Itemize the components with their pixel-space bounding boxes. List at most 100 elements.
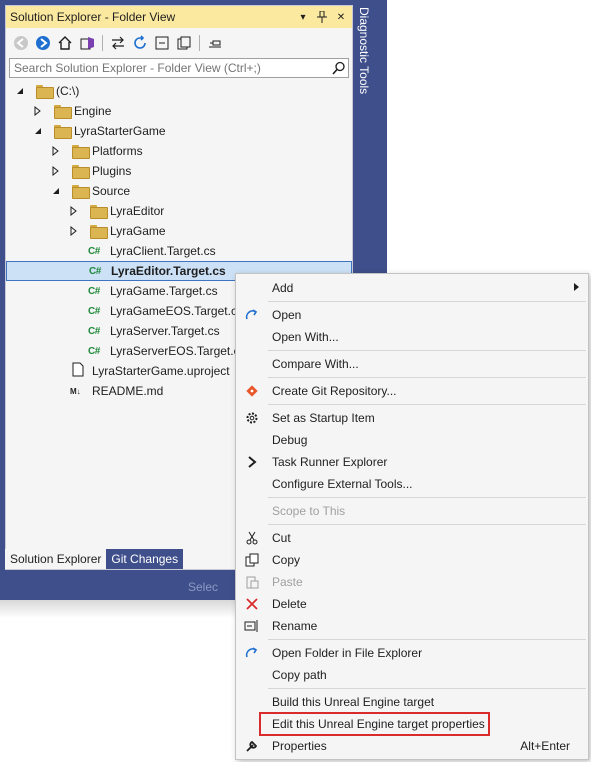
properties-button[interactable] — [206, 34, 224, 52]
tree-item-label: LyraEditor — [110, 204, 165, 218]
pin-icon — [317, 11, 327, 23]
close-button[interactable]: ✕ — [333, 9, 349, 25]
menu-separator — [268, 404, 586, 405]
menu-item-properties[interactable]: Properties Alt+Enter — [236, 735, 588, 757]
expanded-arrow-icon[interactable] — [50, 185, 62, 197]
menu-item-add[interactable]: Add — [236, 277, 588, 299]
folder-icon — [90, 205, 108, 219]
context-menu: Add Open Open With... Compare With... Create… — [235, 273, 589, 760]
menu-item-build-this-unreal-engine-target[interactable]: Build this Unreal Engine target — [236, 691, 588, 713]
menu-item-create-git-repository[interactable]: Create Git Repository... — [236, 380, 588, 402]
menu-separator — [268, 350, 586, 351]
collapsed-arrow-icon[interactable] — [32, 105, 44, 117]
paste-icon — [244, 574, 260, 590]
tree-file-item[interactable]: C# LyraClient.Target.cs — [6, 241, 352, 261]
menu-item-copy[interactable]: Copy — [236, 549, 588, 571]
tree-item-label: LyraGame — [110, 224, 166, 238]
refresh-icon — [134, 35, 146, 49]
csharp-file-icon: C# — [88, 305, 100, 317]
show-all-files-button[interactable] — [175, 34, 193, 52]
tree-folder-item[interactable]: (C:\) — [6, 81, 352, 101]
menu-item-open-folder-in-file-explorer[interactable]: Open Folder in File Explorer — [236, 642, 588, 664]
visual-studio-icon — [80, 37, 94, 50]
collapsed-arrow-icon[interactable] — [68, 225, 80, 237]
back-button[interactable] — [12, 34, 30, 52]
menu-item-open[interactable]: Open — [236, 304, 588, 326]
tab-git-changes[interactable]: Git Changes — [106, 549, 184, 569]
solution-explorer-toolbar — [6, 29, 352, 57]
git-icon — [244, 383, 260, 399]
folder-icon — [72, 185, 90, 199]
copy-pages-icon — [177, 36, 191, 50]
menu-item-debug[interactable]: Debug — [236, 429, 588, 451]
menu-item-compare-with[interactable]: Compare With... — [236, 353, 588, 375]
menu-separator — [268, 301, 586, 302]
menu-item-label: Copy — [272, 553, 301, 567]
menu-item-task-runner-explorer[interactable]: Task Runner Explorer — [236, 451, 588, 473]
tree-folder-item[interactable]: LyraStarterGame — [6, 121, 352, 141]
menu-item-label: Debug — [272, 433, 308, 447]
sync-button[interactable] — [109, 34, 127, 52]
tab-solution-explorer[interactable]: Solution Explorer — [5, 549, 107, 569]
menu-item-label: Open Folder in File Explorer — [272, 646, 423, 660]
collapse-all-button[interactable] — [153, 34, 171, 52]
search-icon — [330, 61, 348, 75]
expanded-arrow-icon[interactable] — [32, 125, 44, 137]
gear-icon — [244, 410, 260, 426]
menu-item-delete[interactable]: Delete — [236, 593, 588, 615]
home-button[interactable] — [56, 34, 74, 52]
tree-folder-item[interactable]: Source — [6, 181, 352, 201]
forward-button[interactable] — [34, 34, 52, 52]
tree-item-label: LyraServerEOS.Target.cs — [110, 344, 246, 358]
collapsed-arrow-icon[interactable] — [50, 165, 62, 177]
csharp-file-icon: C# — [88, 245, 100, 257]
menu-item-shortcut: Alt+Enter — [520, 739, 570, 753]
csharp-file-icon: C# — [89, 265, 101, 277]
menu-item-rename[interactable]: Rename — [236, 615, 588, 637]
submenu-arrow-icon — [574, 283, 579, 293]
switch-views-button[interactable] — [78, 34, 96, 52]
tree-item-label: LyraServer.Target.cs — [110, 324, 220, 338]
menu-item-label: Create Git Repository... — [272, 384, 397, 398]
pin-button[interactable] — [314, 9, 330, 25]
wrench-icon — [244, 738, 260, 754]
folder-icon — [36, 85, 54, 99]
tree-item-label: Platforms — [92, 144, 143, 158]
solution-explorer-titlebar: Solution Explorer - Folder View ▾ ✕ — [6, 6, 352, 28]
menu-item-open-with[interactable]: Open With... — [236, 326, 588, 348]
markdown-file-icon: M↓ — [70, 386, 81, 396]
window-dropdown-button[interactable]: ▾ — [295, 9, 311, 25]
menu-separator — [268, 524, 586, 525]
menu-item-configure-external-tools[interactable]: Configure External Tools... — [236, 473, 588, 495]
diagnostic-tools-tab[interactable]: Diagnostic Tools — [354, 5, 387, 95]
search-input[interactable] — [14, 61, 330, 75]
menu-item-edit-this-unreal-engine-target-properties[interactable]: Edit this Unreal Engine target propertie… — [236, 713, 588, 735]
solution-explorer-title: Solution Explorer - Folder View — [10, 10, 176, 24]
search-box[interactable] — [9, 58, 349, 78]
tree-folder-item[interactable]: Plugins — [6, 161, 352, 181]
tree-folder-item[interactable]: LyraEditor — [6, 201, 352, 221]
tree-item-label: Source — [92, 184, 131, 198]
tree-folder-item[interactable]: LyraGame — [6, 221, 352, 241]
menu-item-label: Configure External Tools... — [272, 477, 413, 491]
scissors-icon — [244, 530, 260, 546]
home-icon — [58, 36, 72, 50]
tree-folder-item[interactable]: Engine — [6, 101, 352, 121]
menu-item-copy-path[interactable]: Copy path — [236, 664, 588, 686]
expanded-arrow-icon[interactable] — [14, 85, 26, 97]
menu-item-label: Edit this Unreal Engine target propertie… — [272, 717, 485, 731]
collapsed-arrow-icon[interactable] — [50, 145, 62, 157]
tree-item-label: Engine — [74, 104, 112, 118]
tree-folder-item[interactable]: Platforms — [6, 141, 352, 161]
collapsed-arrow-icon[interactable] — [68, 205, 80, 217]
menu-item-cut[interactable]: Cut — [236, 527, 588, 549]
menu-item-label: Rename — [272, 619, 318, 633]
menu-item-label: Set as Startup Item — [272, 411, 375, 425]
menu-item-set-as-startup-item[interactable]: Set as Startup Item — [236, 407, 588, 429]
menu-item-scope-to-this: Scope to This — [236, 500, 588, 522]
solution-explorer-tabs: Solution Explorer Git Changes — [5, 549, 184, 569]
menu-item-label: Open With... — [272, 330, 339, 344]
csharp-file-icon: C# — [88, 325, 100, 337]
refresh-button[interactable] — [131, 34, 149, 52]
menu-separator — [268, 688, 586, 689]
